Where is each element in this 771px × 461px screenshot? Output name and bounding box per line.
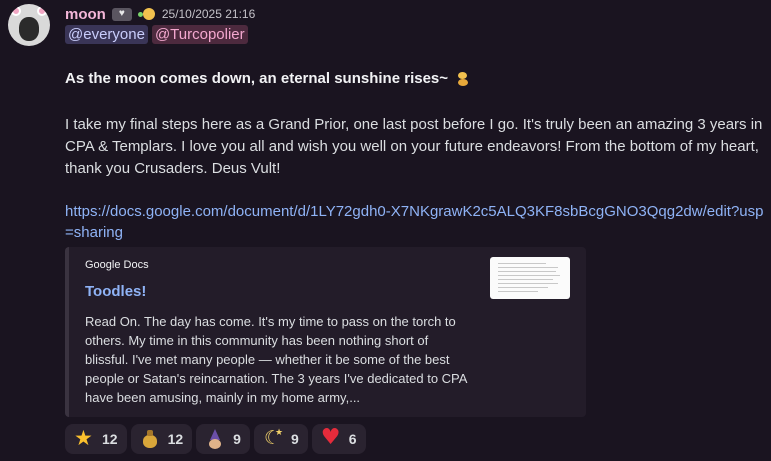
reaction-star[interactable]: 12	[65, 424, 127, 454]
sun-emoji-icon	[456, 71, 470, 87]
link-embed-card: Google Docs Toodles! Read On. The day ha…	[65, 247, 586, 417]
reaction-count: 9	[233, 431, 241, 447]
embed-thumbnail[interactable]	[490, 257, 570, 299]
reaction-wizard[interactable]: 9	[196, 424, 250, 454]
avatar-ear-left	[11, 6, 21, 16]
message-header: moon ♥ 25/10/2025 21:16	[65, 5, 255, 23]
google-docs-link[interactable]: https://docs.google.com/document/d/1LY72…	[65, 201, 765, 243]
reaction-heart[interactable]: 6	[311, 424, 366, 454]
mention-role-turcopolier[interactable]: @Turcopolier	[151, 25, 248, 44]
username[interactable]: moon	[65, 6, 106, 23]
star-icon	[74, 426, 94, 450]
custom-emoji-badge-icon[interactable]	[137, 6, 156, 22]
reaction-bar: 12 12 9 9 6	[65, 424, 366, 454]
role-badge[interactable]: ♥	[111, 7, 132, 21]
message-headline: As the moon comes down, an eternal sunsh…	[65, 70, 470, 87]
reaction-count: 9	[290, 431, 299, 447]
headline-text: As the moon comes down, an eternal sunsh…	[65, 70, 449, 87]
heart-badge-icon: ♥	[118, 8, 125, 19]
reaction-count: 6	[348, 431, 357, 447]
avatar-face	[19, 17, 39, 41]
heart-icon	[321, 425, 341, 450]
mention-row: @everyone @Turcopolier	[65, 25, 248, 44]
moneybag-icon	[140, 429, 160, 449]
user-avatar[interactable]	[8, 4, 50, 46]
embed-provider[interactable]: Google Docs	[85, 259, 149, 271]
message-body: I take my final steps here as a Grand Pr…	[65, 116, 763, 177]
timestamp[interactable]: 25/10/2025 21:16	[162, 7, 255, 21]
wizard-icon	[205, 429, 225, 449]
crescent-moon-icon	[263, 427, 283, 449]
reaction-count: 12	[102, 431, 118, 447]
reaction-moon[interactable]: 9	[253, 424, 308, 454]
reaction-moneybag[interactable]: 12	[130, 424, 193, 454]
reaction-count: 12	[167, 431, 184, 447]
embed-description: Read On. The day has come. It's my time …	[85, 314, 467, 405]
mention-everyone[interactable]: @everyone	[65, 25, 148, 44]
avatar-ear-right	[37, 6, 47, 16]
embed-title[interactable]: Toodles!	[85, 283, 146, 300]
